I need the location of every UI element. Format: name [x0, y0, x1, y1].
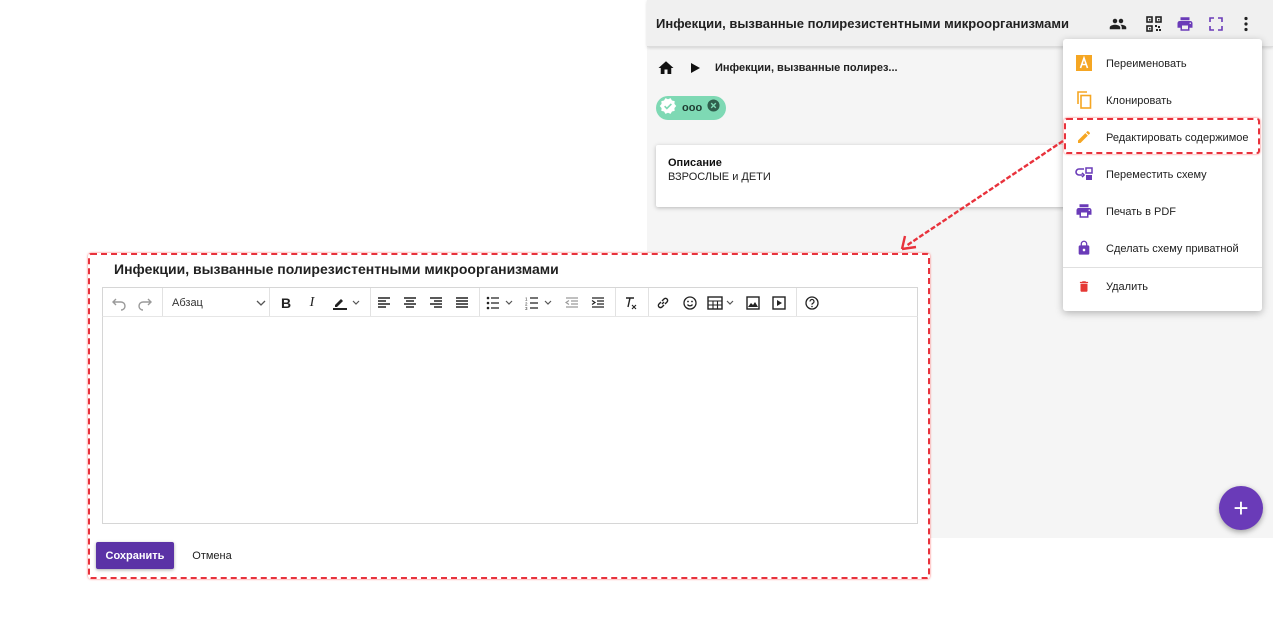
clear-format-icon[interactable] — [621, 293, 641, 313]
indent-icon[interactable] — [588, 293, 608, 313]
undo-icon[interactable] — [109, 293, 129, 313]
print-icon[interactable] — [1174, 13, 1196, 35]
menu-item-label: Удалить — [1106, 280, 1148, 293]
copy-icon — [1075, 91, 1093, 109]
breadcrumb: Инфекции, вызванные полирез... — [657, 58, 898, 78]
qr-code-icon[interactable] — [1143, 13, 1165, 35]
home-icon[interactable] — [657, 59, 675, 77]
menu-item-label: Клонировать — [1106, 94, 1172, 107]
toolbar-divider — [479, 288, 480, 317]
rename-icon — [1075, 54, 1093, 72]
table-icon[interactable] — [706, 293, 740, 313]
menu-item-label: Печать в PDF — [1106, 205, 1176, 218]
editor-title: Инфекции, вызванные полирезистентными ми… — [114, 261, 559, 277]
menu-item-make-private[interactable]: Сделать схему приватной — [1063, 230, 1262, 267]
chip-label: ооо — [682, 102, 703, 114]
align-left-icon[interactable] — [374, 293, 394, 313]
cancel-button[interactable]: Отмена — [184, 542, 240, 569]
tag-chip[interactable]: ооо — [656, 96, 727, 120]
menu-item-move[interactable]: Переместить схему — [1063, 156, 1262, 193]
trash-icon — [1075, 277, 1093, 295]
breadcrumb-current[interactable]: Инфекции, вызванные полирез... — [715, 62, 898, 74]
bold-icon[interactable]: B — [276, 293, 296, 313]
save-button[interactable]: Сохранить — [96, 542, 174, 569]
menu-item-label: Переместить схему — [1106, 168, 1207, 181]
toolbar-divider — [648, 288, 649, 317]
media-icon[interactable] — [769, 293, 789, 313]
help-icon[interactable] — [802, 293, 822, 313]
bullet-list-icon[interactable] — [485, 293, 519, 313]
menu-item-label: Переименовать — [1106, 57, 1187, 70]
menu-item-label: Редактировать содержимое — [1106, 131, 1249, 144]
plus-icon: + — [1233, 493, 1249, 523]
print-icon — [1075, 202, 1093, 220]
more-vert-icon[interactable] — [1235, 13, 1257, 35]
edit-pencil-icon — [1075, 128, 1093, 146]
description-title: Описание — [668, 157, 722, 169]
outdent-icon[interactable] — [562, 293, 582, 313]
align-justify-icon[interactable] — [452, 293, 472, 313]
toolbar-divider — [615, 288, 616, 317]
numbered-list-icon[interactable]: 123 — [524, 293, 558, 313]
menu-item-print-pdf[interactable]: Печать в PDF — [1063, 193, 1262, 230]
menu-item-delete[interactable]: Удалить — [1063, 268, 1262, 305]
align-right-icon[interactable] — [426, 293, 446, 313]
format-select[interactable]: Абзац — [172, 293, 266, 313]
page-title: Инфекции, вызванные полирезистентными ми… — [656, 16, 1069, 31]
toolbar-divider — [269, 288, 270, 317]
format-select-value: Абзац — [172, 297, 203, 309]
verified-icon — [659, 97, 677, 120]
add-fab-button[interactable]: + — [1219, 486, 1263, 530]
link-icon[interactable] — [653, 293, 673, 313]
lock-icon — [1075, 239, 1093, 257]
menu-item-clone[interactable]: Клонировать — [1063, 82, 1262, 119]
editor-toolbar: Абзац B I 123 — [102, 287, 918, 317]
play-arrow-icon — [689, 59, 707, 77]
toolbar-divider — [162, 288, 163, 317]
editor-content-area[interactable] — [102, 316, 918, 524]
menu-item-label: Сделать схему приватной — [1106, 242, 1239, 255]
svg-text:3: 3 — [525, 306, 528, 310]
emoji-icon[interactable] — [680, 293, 700, 313]
highlight-color-icon[interactable] — [327, 293, 365, 313]
move-icon — [1075, 165, 1093, 183]
image-icon[interactable] — [743, 293, 763, 313]
redo-icon[interactable] — [135, 293, 155, 313]
align-center-icon[interactable] — [400, 293, 420, 313]
italic-icon[interactable]: I — [302, 293, 322, 313]
context-menu: Переименовать Клонировать Редактировать … — [1063, 39, 1262, 311]
toolbar-divider — [796, 288, 797, 317]
description-card: Описание ВЗРОСЛЫЕ и ДЕТИ — [656, 145, 1068, 207]
description-value: ВЗРОСЛЫЕ и ДЕТИ — [668, 171, 771, 183]
chevron-down-icon — [256, 300, 266, 306]
users-icon[interactable] — [1107, 13, 1129, 35]
menu-item-edit-content[interactable]: Редактировать содержимое — [1063, 119, 1262, 156]
toolbar-divider — [370, 288, 371, 317]
fullscreen-icon[interactable] — [1205, 13, 1227, 35]
menu-item-rename[interactable]: Переименовать — [1063, 45, 1262, 82]
chip-remove-icon[interactable] — [707, 99, 720, 117]
